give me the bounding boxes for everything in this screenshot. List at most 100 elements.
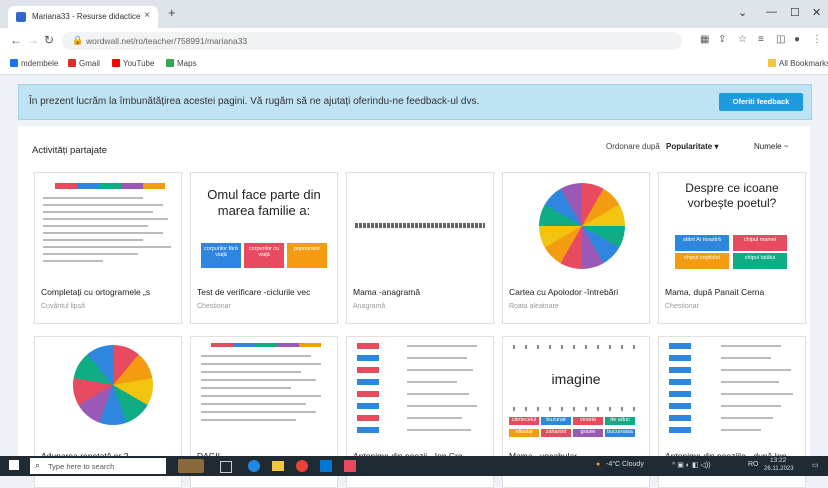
word-tile: cântecelul: [509, 417, 539, 425]
browser-tab[interactable]: Mariana33 - Resurse didactice ×: [8, 6, 158, 28]
folder-icon: [768, 59, 776, 67]
reading-list-icon[interactable]: ≡: [758, 34, 764, 45]
weather-text[interactable]: -4°C Cloudy: [606, 461, 644, 468]
url-text: wordwall.net/ro/teacher/758991/mariana33: [86, 36, 248, 46]
cortana-deer-icon[interactable]: [178, 459, 204, 473]
new-tab-button[interactable]: +: [168, 5, 176, 20]
menu-icon[interactable]: ⋮: [812, 34, 822, 45]
bookmark-gmail[interactable]: Gmail: [68, 59, 100, 68]
activity-thumbnail: [659, 337, 805, 442]
answer-tile: corpurilor cu viață: [244, 243, 284, 268]
search-placeholder: Type here to search: [48, 462, 115, 471]
all-bookmarks[interactable]: All Bookmarks: [768, 59, 828, 68]
search-icon: ⌕: [35, 460, 41, 470]
taskbar-search-input[interactable]: ⌕ Type here to search: [30, 458, 166, 474]
browser-toolbar: ← → ↻ 🔒 wordwall.net/ro/teacher/758991/m…: [0, 28, 828, 54]
tab-close-icon[interactable]: ×: [144, 10, 150, 21]
browser-tab-bar: Mariana33 - Resurse didactice × + ⌄ — ☐ …: [0, 0, 828, 28]
profile-icon[interactable]: ●: [794, 34, 800, 45]
activity-title: Test de verificare -ciclurile vec: [197, 287, 311, 297]
activity-type: Roata aleatoare: [509, 303, 559, 310]
shared-activities-panel: Activități partajate Ordonare după Popul…: [18, 126, 810, 488]
language-indicator[interactable]: RO: [748, 461, 759, 468]
chrome-icon[interactable]: [296, 460, 308, 472]
word-tile: buzunat: [541, 417, 571, 425]
word-tile: efluvial: [509, 429, 539, 437]
tab-title: Mariana33 - Resurse didactice: [32, 12, 141, 21]
banner-message: În prezent lucrăm la îmbunătățirea acest…: [29, 96, 480, 107]
activity-card[interactable]: Completați cu ortogramele „s Cuvântul li…: [34, 172, 182, 324]
side-panel-icon[interactable]: ◫: [776, 34, 785, 45]
bookmark-label: YouTube: [123, 59, 155, 68]
edge-icon[interactable]: [248, 460, 260, 472]
activity-thumbnail: [347, 337, 493, 442]
forward-icon[interactable]: →: [27, 33, 39, 47]
reload-icon[interactable]: ↻: [44, 33, 54, 47]
word-tile: bucuroasa: [605, 429, 635, 437]
tray-icons[interactable]: ^ ▣ ◐ ◧ ◁)): [672, 461, 711, 469]
answer-tile: popoarelor: [287, 243, 327, 268]
maximize-icon[interactable]: ☐: [790, 6, 800, 19]
windows-start-icon[interactable]: [9, 460, 19, 470]
activity-title: Cartea cu Apolodor -întrebări: [509, 287, 619, 297]
quiz-question: Omul face parte din marea familie a:: [207, 187, 321, 218]
activity-card[interactable]: Despre ce icoane vorbește poetul? sfânt …: [658, 172, 806, 324]
feedback-button[interactable]: Oferiti feedback: [719, 93, 803, 111]
feedback-banner: În prezent lucrăm la îmbunătățirea acest…: [18, 84, 812, 120]
clock-date[interactable]: 26.11.2023: [764, 466, 794, 472]
sort-name-option[interactable]: Numele ~: [754, 142, 788, 151]
panel-title: Activități partajate: [32, 145, 107, 156]
bookmark-star-icon[interactable]: ☆: [738, 34, 747, 45]
close-window-icon[interactable]: ✕: [812, 6, 821, 19]
tab-search-icon[interactable]: ⌄: [738, 6, 747, 19]
address-bar[interactable]: 🔒 wordwall.net/ro/teacher/758991/mariana…: [62, 32, 682, 50]
vocabulary-prompt: imagine: [551, 371, 601, 387]
activity-title: Completați cu ortogramele „s: [41, 287, 151, 297]
file-explorer-icon[interactable]: [272, 461, 284, 471]
activity-thumbnail: Omul face parte din marea familie a: cor…: [191, 173, 337, 278]
activity-thumbnail: [347, 173, 493, 278]
answer-tile: sfânt Ai noastră: [675, 235, 729, 251]
clock-time[interactable]: 13:22: [770, 457, 786, 464]
activity-card[interactable]: Omul face parte din marea familie a: cor…: [190, 172, 338, 324]
activity-thumbnail: [35, 337, 181, 442]
lock-icon: 🔒: [72, 35, 84, 45]
bookmark-youtube[interactable]: YouTube: [112, 59, 154, 68]
bookmark-label: Gmail: [79, 59, 100, 68]
activity-card[interactable]: Mama -anagramă Anagramă: [346, 172, 494, 324]
activity-thumbnail: [35, 173, 181, 278]
activity-type: Chestionar: [197, 303, 231, 310]
answer-tile: chipul copilului: [675, 253, 729, 269]
activity-type: Chestionar: [665, 303, 699, 310]
spin-wheel-icon: [539, 183, 625, 269]
notifications-icon[interactable]: ▭: [812, 461, 819, 469]
store-icon[interactable]: [320, 460, 332, 472]
windows-taskbar: ⌕ Type here to search ● -4°C Cloudy ^ ▣ …: [0, 456, 828, 476]
gmail-icon: [68, 59, 76, 67]
activity-thumbnail: Despre ce icoane vorbește poetul? sfânt …: [659, 173, 805, 278]
answer-tile: chipul mamei: [733, 235, 787, 251]
bookmark-icon: [10, 59, 18, 67]
activity-thumbnail: [503, 173, 649, 278]
app-icon[interactable]: [344, 460, 356, 472]
share-icon[interactable]: ⇪: [718, 34, 726, 45]
word-bank-bar: [55, 183, 165, 189]
bookmark-maps[interactable]: Maps: [166, 59, 197, 68]
word-tile: zaharisit: [541, 429, 571, 437]
activity-thumbnail: imagine cântecelul buzunat vesela de adu…: [503, 337, 649, 442]
task-view-icon[interactable]: [220, 461, 232, 473]
weather-icon: ●: [596, 461, 601, 468]
bookmark-label: Maps: [177, 59, 197, 68]
minimize-icon[interactable]: —: [766, 6, 777, 18]
answer-tile: corpurilor fără viață: [201, 243, 241, 268]
bookmark-mdembele[interactable]: mdembele: [10, 59, 58, 68]
sort-popularity-dropdown[interactable]: Popularitate ▾: [666, 142, 718, 151]
back-icon[interactable]: ←: [10, 33, 22, 47]
activity-type: Cuvântul lipsă: [41, 303, 85, 310]
word-tile: grasie: [573, 429, 603, 437]
word-tile: vesela: [573, 417, 603, 425]
anagram-letters: [355, 223, 485, 228]
extension-icon[interactable]: ▦: [700, 34, 709, 45]
maps-icon: [166, 59, 174, 67]
activity-card[interactable]: Cartea cu Apolodor -întrebări Roata alea…: [502, 172, 650, 324]
